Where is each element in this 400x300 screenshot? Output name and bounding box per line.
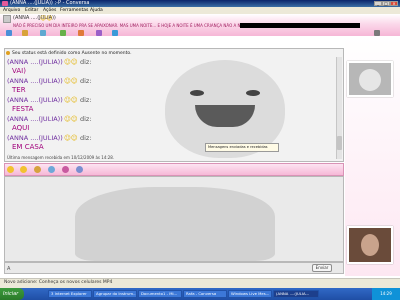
message-verb: diz: bbox=[80, 77, 92, 85]
conversation-toolbar bbox=[0, 29, 340, 37]
wink-icon[interactable] bbox=[20, 166, 27, 173]
send-files-icon[interactable] bbox=[22, 30, 28, 36]
taskbar-button[interactable]: Documento1 - Mi... bbox=[138, 290, 182, 298]
message-text: EM CASA bbox=[12, 143, 44, 151]
voice-clip-icon[interactable] bbox=[48, 166, 55, 173]
message-verb: diz: bbox=[80, 134, 92, 142]
emoticon-icon[interactable] bbox=[7, 166, 14, 173]
taskbar-button-active[interactable]: (ANNA ....(JULIA... bbox=[273, 290, 319, 298]
background-icon[interactable] bbox=[76, 166, 83, 173]
start-button[interactable]: Iniciar bbox=[0, 288, 24, 300]
invite-icon[interactable] bbox=[6, 30, 12, 36]
message-emoticons: ☺☺ bbox=[64, 134, 78, 142]
close-button[interactable]: × bbox=[390, 1, 398, 6]
taskbar-button[interactable]: Agrupar do Instrum... bbox=[93, 290, 137, 298]
message-input[interactable] bbox=[4, 176, 344, 262]
background-baby-body bbox=[75, 187, 275, 261]
sent-received-tooltip: Mensagens enviadas e recebidas bbox=[205, 143, 279, 152]
personal-message: NÃO É PRECISO UM DIA INTEIRO PRA SE APAI… bbox=[13, 23, 252, 28]
block-icon[interactable] bbox=[112, 30, 118, 36]
last-received-text: Última mensagem recebida em 10/12/2009 à… bbox=[7, 155, 115, 160]
chat-scroll-thumb[interactable] bbox=[337, 136, 342, 150]
self-avatar[interactable] bbox=[347, 226, 393, 264]
compose-toolbar bbox=[4, 163, 344, 176]
contact-status-icon bbox=[3, 15, 11, 23]
baby-face-shape bbox=[359, 69, 381, 91]
voice-icon[interactable] bbox=[60, 30, 66, 36]
contact-avatar[interactable] bbox=[347, 61, 393, 97]
minimize-button[interactable]: _ bbox=[374, 1, 382, 6]
games-icon[interactable] bbox=[96, 30, 102, 36]
menu-ferramentas[interactable]: Ferramentas bbox=[60, 7, 88, 14]
menu-editar[interactable]: Editar bbox=[25, 7, 38, 14]
message-text: AQUI bbox=[12, 124, 30, 132]
message-emoticons: ☺☺ bbox=[64, 96, 78, 104]
message-sender: (ANNA ....(JULIA)) bbox=[7, 58, 63, 66]
message-sender: (ANNA ....(JULIA)) bbox=[7, 96, 63, 104]
status-banner-text: Seu status está definido como Ausente no… bbox=[12, 51, 132, 56]
taskbar-button[interactable]: 3 Internet Explorer bbox=[48, 290, 92, 298]
contact-emoticons: ☺☺ bbox=[40, 15, 53, 22]
message-emoticons: ☺☺ bbox=[64, 58, 78, 66]
redacted-bar bbox=[240, 23, 360, 28]
nudge-icon[interactable] bbox=[34, 166, 41, 173]
taskbar-button[interactable]: Rafa - Conversa bbox=[183, 290, 227, 298]
background-baby-eye-right bbox=[246, 90, 260, 96]
font-icon[interactable] bbox=[62, 166, 69, 173]
handwriting-icon[interactable]: A bbox=[7, 266, 10, 272]
message-emoticons: ☺☺ bbox=[64, 77, 78, 85]
message-text: FESTA bbox=[12, 105, 34, 113]
maximize-button[interactable]: □ bbox=[382, 1, 390, 6]
menu-arquivo[interactable]: Arquivo bbox=[3, 7, 20, 14]
compose-footer bbox=[4, 262, 344, 274]
window-title: (ANNA ....(JULIA)) ;-P - Conversa bbox=[10, 0, 90, 6]
messenger-icon bbox=[2, 1, 8, 6]
taskbar-button[interactable]: Windows Live Mes... bbox=[228, 290, 272, 298]
activities-icon[interactable] bbox=[78, 30, 84, 36]
message-emoticons: ☺☺ bbox=[64, 115, 78, 123]
message-text: TER bbox=[12, 86, 26, 94]
ad-text[interactable]: Novo adicione: Conheça os novos celulare… bbox=[4, 279, 112, 287]
message-verb: diz: bbox=[80, 96, 92, 104]
message-sender: (ANNA ....(JULIA)) bbox=[7, 77, 63, 85]
away-icon bbox=[6, 51, 10, 55]
system-clock: 14:29 bbox=[372, 288, 400, 300]
background-baby-eye-left bbox=[190, 90, 204, 96]
message-text: VAI) bbox=[12, 67, 26, 75]
message-sender: (ANNA ....(JULIA)) bbox=[7, 115, 63, 123]
video-icon[interactable] bbox=[40, 30, 46, 36]
send-button[interactable]: Enviar bbox=[312, 264, 332, 272]
message-verb: diz: bbox=[80, 115, 92, 123]
message-sender: (ANNA ....(JULIA)) bbox=[7, 134, 63, 142]
menu-acoes[interactable]: Ações bbox=[43, 7, 56, 14]
menu-ajuda[interactable]: Ajuda bbox=[90, 7, 103, 14]
self-face-shape bbox=[361, 234, 379, 256]
message-verb: diz: bbox=[80, 58, 92, 66]
